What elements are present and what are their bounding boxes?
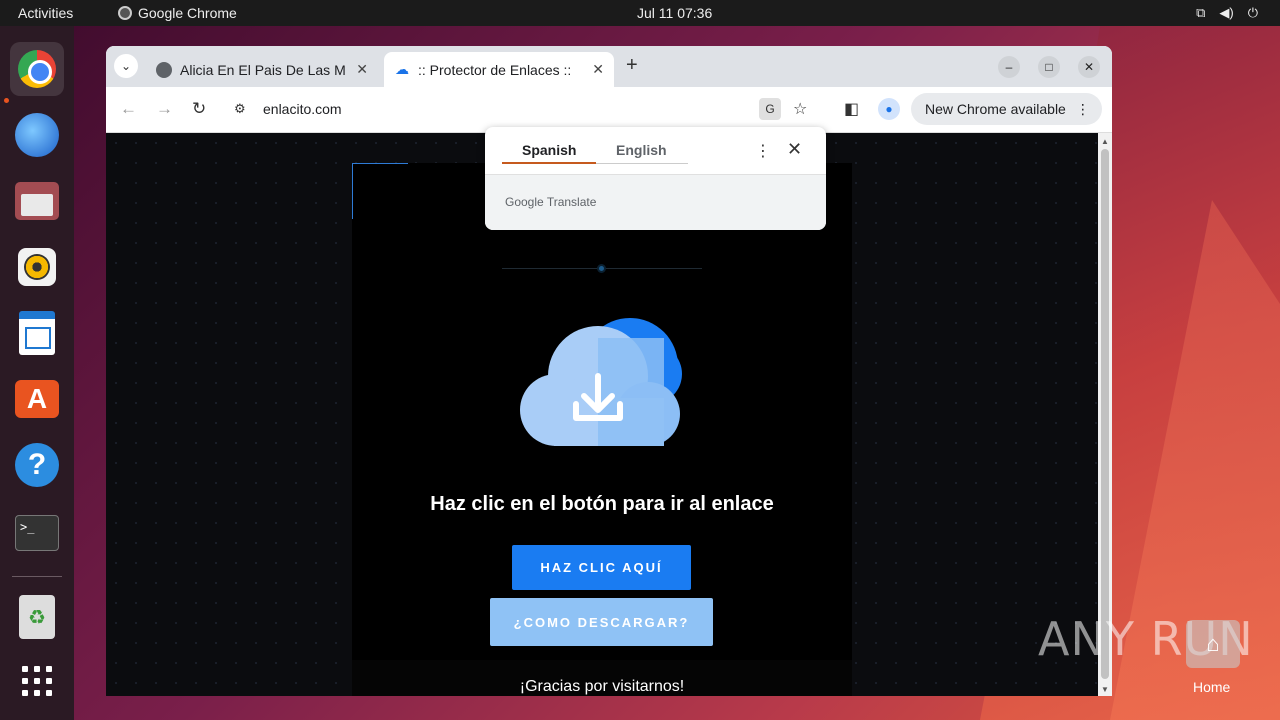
translate-popup: Spanish English ⋮ ✕ Google Translate [485,127,826,230]
running-indicator [4,98,9,103]
scroll-down-icon[interactable]: ▼ [1101,685,1109,694]
cloud-download-icon: ☁ [395,61,409,77]
dock-files[interactable] [10,174,64,228]
dock-help[interactable]: ? [10,438,64,492]
terminal-icon: >_ [15,515,59,551]
close-popup-icon[interactable]: ✕ [787,139,802,160]
side-panel-icon[interactable]: ◧ [844,99,859,119]
bookmark-star-icon[interactable]: ☆ [793,99,807,119]
chrome-small-icon [118,6,132,20]
tab-title: Alicia En El Pais De Las M [180,61,346,78]
brand-translate: Translate [546,195,597,209]
update-chrome-button[interactable]: New Chrome available ⋮ [911,93,1102,125]
thunderbird-icon [15,113,59,157]
writer-icon [19,311,55,355]
how-to-download-button[interactable]: ¿COMO DESCARGAR? [490,598,713,646]
address-bar[interactable]: enlacito.com [263,101,342,117]
close-tab-icon[interactable]: ✕ [356,61,368,78]
update-label: New Chrome available [925,101,1066,117]
app-name: Google Chrome [138,5,237,21]
trash-icon: ♻ [19,595,55,639]
tab-title: :: Protector de Enlaces :: [418,61,572,78]
globe-icon [156,61,172,78]
top-bar: Activities Google Chrome Jul 11 07:36 ⧉ … [0,0,1280,26]
app-menu[interactable]: Google Chrome [118,5,237,21]
system-tray[interactable]: ⧉ ◀) ⏻ [1196,5,1258,21]
chevron-down-icon: ⌄ [120,59,132,73]
translate-options-icon[interactable]: ⋮ [755,141,771,161]
minimize-icon: – [1005,60,1013,74]
maximize-button[interactable]: □ [1038,56,1060,78]
home-folder-icon[interactable]: ⌂ [1186,620,1240,668]
dock-trash[interactable]: ♻ [10,590,64,644]
click-here-button[interactable]: HAZ CLIC AQUÍ [512,545,691,590]
brand-google: Google [505,195,544,209]
active-tab-underline [502,162,596,164]
volume-icon: ◀) [1219,5,1234,20]
chrome-icon [18,50,56,88]
minimize-button[interactable]: – [998,56,1020,78]
clock[interactable]: Jul 11 07:36 [637,5,712,21]
page-headline: Haz clic en el botón para ir al enlace [430,493,774,515]
show-apps-icon [22,666,52,696]
more-menu-icon[interactable]: ⋮ [1076,101,1090,118]
app-center-icon: A [15,380,59,418]
back-button[interactable]: ← [120,99,137,119]
site-info-icon[interactable]: ⚙ [234,101,246,117]
cloud-download-illustration [520,318,684,454]
scroll-thumb[interactable] [1101,149,1109,679]
tab-baseline [596,163,688,164]
files-icon [15,182,59,220]
dock-chrome[interactable] [10,42,64,96]
tab-search-button[interactable]: ⌄ [114,54,138,78]
close-icon: ✕ [1083,60,1095,74]
translate-footer: Google Translate [485,174,826,230]
help-icon: ? [15,443,59,487]
rhythmbox-icon [18,248,56,286]
tab-alicia[interactable]: Alicia En El Pais De Las M ✕ [146,52,378,87]
footer-thanks: ¡Gracias por visitarnos! [519,678,685,695]
tab-protector[interactable]: ☁ :: Protector de Enlaces :: ✕ [384,52,614,87]
profile-avatar[interactable]: ● [878,98,900,120]
dock-rhythmbox[interactable] [10,240,64,294]
dock-separator [12,576,62,577]
dock-thunderbird[interactable] [10,108,64,162]
maximize-icon: □ [1045,60,1053,74]
activities-button[interactable]: Activities [18,5,73,21]
close-tab-icon[interactable]: ✕ [592,61,604,78]
dock-app-center[interactable]: A [10,372,64,426]
dock-writer[interactable] [10,306,64,360]
google-translate-brand: Google Translate [505,195,596,209]
dock-show-apps[interactable] [10,654,64,708]
dock: A ? >_ ♻ [0,26,74,720]
forward-button[interactable]: → [156,99,173,119]
power-icon: ⏻ [1247,5,1258,20]
translate-icon[interactable]: G [759,98,781,120]
divider-dot [597,264,606,273]
tab-strip: ⌄ Alicia En El Pais De Las M ✕ ☁ :: Prot… [106,46,1112,87]
corner-accent [352,163,408,219]
scroll-up-icon[interactable]: ▲ [1101,137,1109,146]
home-label: Home [1193,679,1231,695]
dock-terminal[interactable]: >_ [10,506,64,560]
new-tab-button[interactable]: + [626,54,638,77]
cloud-download-icon [520,318,682,446]
close-window-button[interactable]: ✕ [1078,56,1100,78]
tab-spanish[interactable]: Spanish [522,142,576,158]
network-icon: ⧉ [1196,5,1206,20]
tab-english[interactable]: English [616,142,667,158]
reload-button[interactable]: ↻ [192,99,206,119]
